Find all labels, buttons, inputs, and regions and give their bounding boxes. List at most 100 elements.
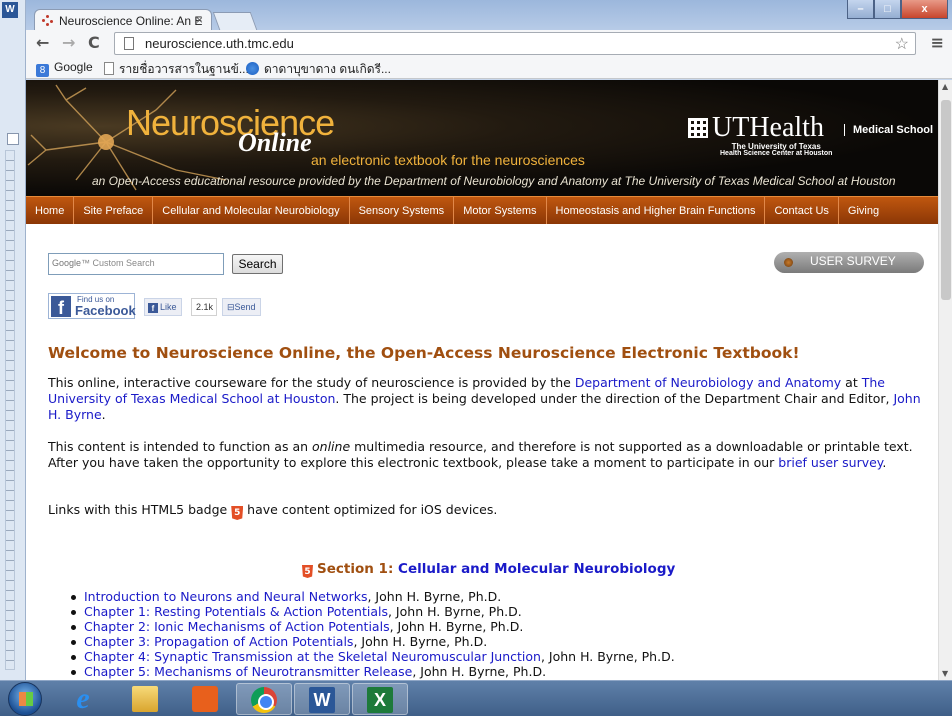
browser-tab[interactable]: Neuroscience Online: An E × <box>34 9 212 32</box>
survey-dot-icon <box>784 258 793 267</box>
survey-link[interactable]: brief user survey <box>778 455 882 470</box>
p2-text-c: . <box>882 455 887 470</box>
taskbar-word[interactable]: W <box>294 683 350 715</box>
nav-home[interactable]: Home <box>26 197 75 224</box>
browser-toolbar: ← → C neuroscience.uth.tmc.edu ☆ ≡ 8 Goog… <box>26 30 952 79</box>
tab-close-icon[interactable]: × <box>196 13 203 27</box>
like-count: 2.1k <box>191 298 218 316</box>
close-window-button[interactable]: x <box>901 0 948 19</box>
bookmark-thai-site[interactable]: ดาดาบุขาดาง ดนเกิดรี... <box>246 60 391 79</box>
search-input[interactable]: Google™ Custom Search <box>48 253 224 275</box>
taskbar-explorer[interactable] <box>118 683 174 715</box>
bookmark-google[interactable]: 8 Google <box>36 60 93 77</box>
p1-text-a: This online, interactive courseware for … <box>48 375 575 390</box>
uth-line-2: Health Science Center at Houston <box>720 150 833 157</box>
new-tab-button[interactable] <box>212 12 258 30</box>
section-prefix: Section 1: <box>317 561 399 577</box>
nav-giving[interactable]: Giving <box>839 197 888 224</box>
chapter-link[interactable]: Chapter 3: Propagation of Action Potenti… <box>84 634 353 649</box>
bookmark-journals[interactable]: รายชื่อวารสารในฐานข้... <box>104 60 249 79</box>
ruler-tab-selector[interactable] <box>7 133 19 145</box>
scrollbar-thumb[interactable] <box>941 100 951 300</box>
p2-emphasis: online <box>312 439 351 454</box>
neuron-favicon-icon <box>42 15 54 27</box>
html5-badge-icon: 5 <box>231 506 244 520</box>
site-title-script: Online <box>238 128 312 157</box>
chrome-menu-icon[interactable]: ≡ <box>931 33 944 52</box>
nav-site-preface[interactable]: Site Preface <box>74 197 154 224</box>
taskbar-media[interactable] <box>178 683 234 715</box>
p1-text-d: . <box>101 407 106 422</box>
nav-motor[interactable]: Motor Systems <box>454 197 547 224</box>
p3-text-b: have content optimized for iOS devices. <box>243 502 498 517</box>
internet-explorer-icon: e <box>76 682 90 715</box>
maximize-button[interactable]: □ <box>874 0 901 19</box>
main-nav: Home Site Preface Cellular and Molecular… <box>26 196 938 224</box>
window-controls: – □ x <box>847 0 948 20</box>
excel-icon: X <box>367 687 393 713</box>
taskbar-ie[interactable]: e <box>56 683 112 715</box>
page-viewport: Neuroscience Online an electronic textbo… <box>26 80 938 680</box>
like-label: Like <box>160 302 177 312</box>
uthealth-logo[interactable]: UTHealth <box>688 112 824 144</box>
site-subtitle: an electronic textbook for the neuroscie… <box>311 152 585 168</box>
address-bar[interactable]: neuroscience.uth.tmc.edu ☆ <box>114 32 916 55</box>
search-placeholder: Custom Search <box>92 258 155 268</box>
google-brand-label: Google <box>52 258 82 268</box>
bookmark-label: Google <box>54 60 93 74</box>
vertical-scrollbar[interactable]: ▲ ▼ <box>938 80 952 680</box>
url-text: neuroscience.uth.tmc.edu <box>145 36 294 51</box>
chapter-author: , John H. Byrne, Ph.D. <box>387 604 522 619</box>
welcome-heading: Welcome to Neuroscience Online, the Open… <box>48 344 800 362</box>
chapter-link[interactable]: Chapter 1: Resting Potentials & Action P… <box>84 604 388 619</box>
nav-row: ← → C neuroscience.uth.tmc.edu ☆ ≡ <box>26 30 952 57</box>
list-item: Chapter 4: Synaptic Transmission at the … <box>70 649 675 664</box>
uthealth-mark-icon <box>688 118 708 138</box>
nav-sensory[interactable]: Sensory Systems <box>350 197 455 224</box>
send-icon: ⊟ <box>227 302 235 312</box>
facebook-like-button[interactable]: f Like <box>144 298 182 316</box>
section-title-link[interactable]: Cellular and Molecular Neurobiology <box>398 561 675 577</box>
chapter-link[interactable]: Introduction to Neurons and Neural Netwo… <box>84 589 367 604</box>
back-arrow-icon[interactable]: ← <box>36 33 49 52</box>
minimize-button[interactable]: – <box>847 0 874 19</box>
word-app-icon: W <box>2 2 18 18</box>
chapter-link[interactable]: Chapter 2: Ionic Mechanisms of Action Po… <box>84 619 390 634</box>
nav-homeostasis[interactable]: Homeostasis and Higher Brain Functions <box>547 197 766 224</box>
scroll-down-icon[interactable]: ▼ <box>942 669 948 678</box>
nav-contact[interactable]: Contact Us <box>765 197 839 224</box>
chapter-author: , John H. Byrne, Ph.D. <box>540 649 675 664</box>
intro-paragraph: This online, interactive courseware for … <box>48 375 932 423</box>
p3-text-a: Links with this HTML5 badge <box>48 502 232 517</box>
chapter-author: , John H. Byrne, Ph.D. <box>367 589 502 604</box>
content-paragraph: This content is intended to function as … <box>48 439 932 471</box>
dept-link[interactable]: Department of Neurobiology and Anatomy <box>575 375 841 390</box>
uthealth-subtitle: The University of Texas Health Science Ce… <box>720 143 833 158</box>
bookmark-star-icon[interactable]: ☆ <box>895 34 909 54</box>
nav-cellular[interactable]: Cellular and Molecular Neurobiology <box>153 197 350 224</box>
bookmarks-bar: 8 Google รายชื่อวารสารในฐานข้... ดาดาบุขา… <box>26 57 952 79</box>
list-item: Introduction to Neurons and Neural Netwo… <box>70 589 675 604</box>
taskbar-chrome[interactable] <box>236 683 292 715</box>
user-survey-button[interactable]: USER SURVEY <box>774 252 924 273</box>
taskbar-excel[interactable]: X <box>352 683 408 715</box>
list-item: Chapter 3: Propagation of Action Potenti… <box>70 634 675 649</box>
p1-text-b: at <box>841 375 862 390</box>
list-item: Chapter 2: Ionic Mechanisms of Action Po… <box>70 619 675 634</box>
word-icon: W <box>309 687 335 713</box>
reload-icon[interactable]: C <box>88 33 100 52</box>
facebook-find-us-badge[interactable]: f Find us on Facebook <box>48 293 136 319</box>
taskbar: e W X <box>0 680 952 716</box>
forward-arrow-icon[interactable]: → <box>62 33 75 52</box>
scroll-up-icon[interactable]: ▲ <box>942 82 948 91</box>
search-button[interactable]: Search <box>232 254 283 274</box>
globe-icon <box>246 62 259 75</box>
list-item: Chapter 5: Mechanisms of Neurotransmitte… <box>70 664 675 679</box>
chapter-link[interactable]: Chapter 5: Mechanisms of Neurotransmitte… <box>84 664 412 679</box>
page-icon <box>124 37 134 50</box>
start-button[interactable] <box>8 682 42 716</box>
chapter-list: Introduction to Neurons and Neural Netwo… <box>70 589 675 679</box>
chapter-link[interactable]: Chapter 4: Synaptic Transmission at the … <box>84 649 541 664</box>
windows-logo-icon <box>19 692 33 706</box>
facebook-send-button[interactable]: ⊟Send <box>222 298 261 316</box>
